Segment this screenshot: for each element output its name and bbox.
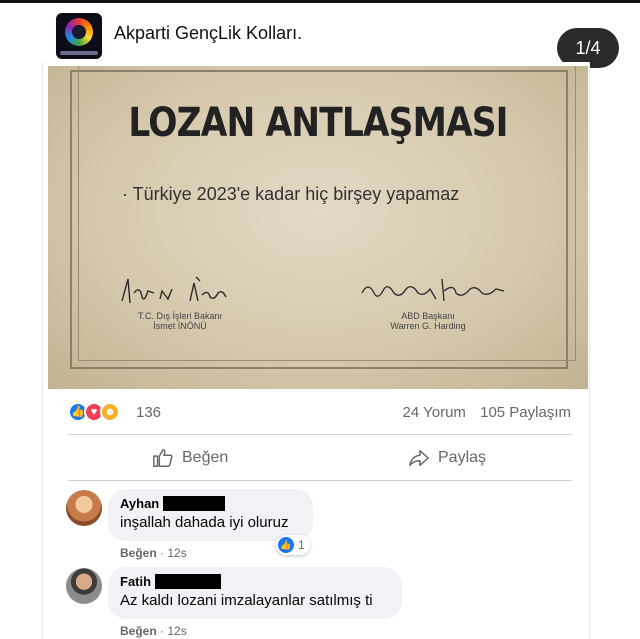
share-label: Paylaş — [438, 449, 487, 466]
post-header: Akparti GençLik Kolları. 1/4 — [0, 0, 640, 68]
signature-right-image — [361, 278, 505, 302]
party-logo-icon — [65, 18, 93, 46]
document-clause: · Türkiye 2023'e kadar hiç birşey yapama… — [122, 184, 460, 204]
reaction-count[interactable]: 136 — [136, 404, 161, 421]
comment-meta: Beğen · 12s — [120, 624, 187, 638]
comment-author[interactable]: Fatih — [120, 574, 390, 589]
redaction-bar — [155, 574, 222, 589]
comment-like-link[interactable]: Beğen — [120, 546, 157, 560]
comment-time[interactable]: 12s — [167, 546, 186, 560]
comment-bubble: Fatih Az kaldı lozani imzalayanlar satıl… — [108, 567, 402, 619]
share-button[interactable]: Paylaş — [408, 446, 486, 470]
comment-bubble: Ayhan inşallah dahada iyi oluruz — [108, 489, 313, 541]
comment-count[interactable]: 24 Yorum — [403, 404, 466, 421]
signatory-left-name: İsmet İNÖNÜ — [153, 321, 207, 331]
comment-reaction-count: 1 — [298, 538, 305, 552]
avatar[interactable] — [66, 490, 102, 526]
like-icon: 👍 — [278, 537, 294, 553]
signature-left-image — [121, 276, 227, 304]
avatar[interactable] — [66, 568, 102, 604]
like-label: Beğen — [182, 449, 229, 466]
comment-like-link[interactable]: Beğen — [120, 624, 157, 638]
signatory-left-role: T.C. Dış İşleri Bakanı — [137, 311, 223, 321]
comment-time[interactable]: 12s — [167, 624, 186, 638]
divider — [68, 480, 572, 481]
care-icon: ☻ — [100, 402, 120, 422]
comment-text: Az kaldı lozani imzalayanlar satılmış ti — [120, 592, 373, 609]
comment-reaction-badge[interactable]: 👍 1 — [276, 535, 310, 555]
comment-author[interactable]: Ayhan — [120, 496, 301, 511]
share-count[interactable]: 105 Paylaşım — [480, 404, 571, 421]
share-arrow-icon — [409, 449, 429, 467]
comment-text: inşallah dahada iyi oluruz — [120, 514, 289, 531]
document-title: LOZAN ANTLAŞMASI — [128, 100, 508, 146]
signatory-right-name: Warren G. Harding — [390, 321, 466, 331]
divider — [68, 434, 572, 435]
redaction-bar — [163, 496, 226, 511]
post-image[interactable]: LOZAN ANTLAŞMASI · Türkiye 2023'e kadar … — [48, 66, 588, 389]
thumbs-up-icon — [153, 449, 173, 467]
like-button[interactable]: Beğen — [152, 446, 228, 470]
comment-meta: Beğen · 12s — [120, 546, 187, 560]
page-name[interactable]: Akparti GençLik Kolları. — [114, 23, 302, 44]
post-stats: 24 Yorum 105 Paylaşım — [393, 404, 571, 421]
page-avatar[interactable] — [56, 13, 102, 59]
signatory-right-role: ABD Başkanı — [401, 311, 455, 321]
